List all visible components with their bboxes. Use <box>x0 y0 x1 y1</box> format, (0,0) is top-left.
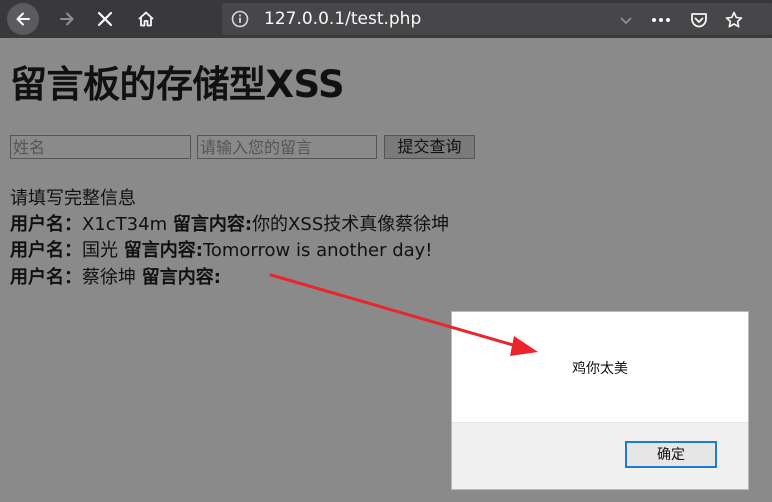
user-label: 用户名： <box>10 267 82 288</box>
message-input[interactable] <box>197 135 377 159</box>
ok-button[interactable]: 确定 <box>625 441 717 468</box>
notice-text: 请填写完整信息 <box>10 188 136 209</box>
list-item: 用户名：国光 留言内容:Tomorrow is another day! <box>10 236 433 262</box>
user-label: 用户名： <box>10 214 82 235</box>
pocket-icon[interactable] <box>688 9 710 31</box>
star-icon[interactable] <box>723 9 745 31</box>
forward-icon <box>60 12 74 26</box>
submit-button[interactable]: 提交查询 <box>384 135 475 159</box>
content-label: 留言内容: <box>172 214 253 235</box>
dialog-footer: 确定 <box>452 422 748 489</box>
list-item: 用户名：蔡徐坤 留言内容: <box>10 263 221 289</box>
entry-user: X1cT34m <box>82 214 168 235</box>
forward-button[interactable] <box>51 3 83 35</box>
list-item: 用户名：X1cT34m 留言内容:你的XSS技术真像蔡徐坤 <box>10 210 449 236</box>
chevron-down-icon[interactable] <box>615 9 637 31</box>
stop-button[interactable] <box>89 3 121 35</box>
name-input[interactable] <box>10 135 191 159</box>
user-label: 用户名： <box>10 240 82 261</box>
entry-content: 你的XSS技术真像蔡徐坤 <box>252 214 450 235</box>
more-icon[interactable] <box>650 9 672 31</box>
page-title: 留言板的存储型XSS <box>10 63 345 106</box>
content-label: 留言内容: <box>123 240 203 261</box>
back-button[interactable] <box>7 3 39 35</box>
back-icon <box>16 12 30 26</box>
dialog-body: 鸡你太美 <box>452 312 748 422</box>
url-text[interactable]: 127.0.0.1/test.php <box>264 3 421 35</box>
entry-user: 国光 <box>82 240 118 261</box>
home-icon <box>138 11 154 27</box>
alert-dialog: 鸡你太美 确定 <box>451 311 749 490</box>
entry-content: Tomorrow is another day! <box>202 240 433 261</box>
home-button[interactable] <box>130 3 162 35</box>
url-bar[interactable]: 127.0.0.1/test.php <box>222 3 772 35</box>
info-icon[interactable] <box>230 9 250 29</box>
content-label: 留言内容: <box>141 267 221 288</box>
entry-user: 蔡徐坤 <box>82 267 136 288</box>
dialog-message: 鸡你太美 <box>572 361 628 377</box>
browser-toolbar: 127.0.0.1/test.php <box>0 0 772 38</box>
stop-icon <box>97 11 113 27</box>
